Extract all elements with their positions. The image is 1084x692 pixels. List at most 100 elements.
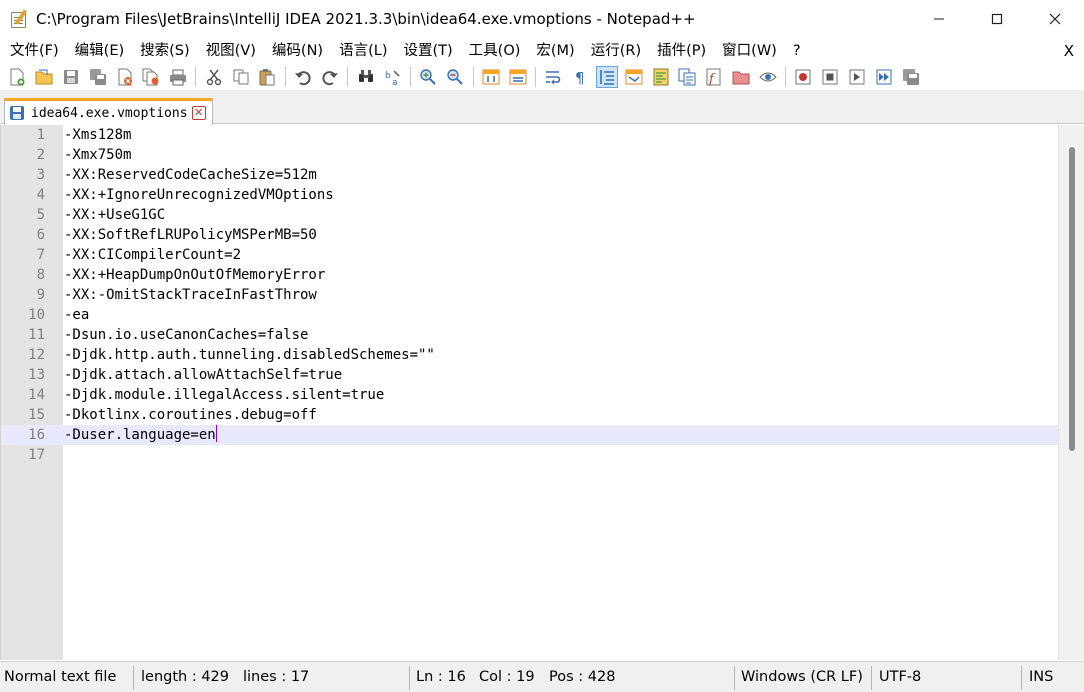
- line-text[interactable]: -Duser.language=en: [64, 425, 217, 445]
- close-button[interactable]: [115, 67, 135, 87]
- menu-run[interactable]: 运行(R): [583, 38, 649, 64]
- menu-tools[interactable]: 工具(O): [461, 38, 529, 64]
- copy-button[interactable]: [231, 67, 251, 87]
- line-text[interactable]: -ea: [64, 305, 89, 325]
- indent-guide-button[interactable]: [596, 66, 619, 88]
- line-text[interactable]: -XX:CICompilerCount=2: [64, 245, 241, 265]
- editor-line[interactable]: 14 -Djdk.module.illegalAccess.silent=true: [1, 385, 1059, 405]
- close-window-button[interactable]: [1026, 0, 1084, 38]
- status-insert-mode[interactable]: INS: [1025, 662, 1053, 692]
- sync-horizontal-button[interactable]: [508, 67, 528, 87]
- editor-line[interactable]: 10 -ea: [1, 305, 1059, 325]
- editor-line[interactable]: 6 -XX:SoftRefLRUPolicyMSPerMB=50: [1, 225, 1059, 245]
- editor-line[interactable]: 7 -XX:CICompilerCount=2: [1, 245, 1059, 265]
- line-text[interactable]: -Dkotlinx.coroutines.debug=off: [64, 405, 317, 425]
- editor-line[interactable]: 3 -XX:ReservedCodeCacheSize=512m: [1, 165, 1059, 185]
- editor-line[interactable]: 17: [1, 445, 1059, 465]
- line-number: 7: [36, 247, 45, 263]
- user-defined-language-button[interactable]: [624, 67, 644, 87]
- line-text[interactable]: -XX:+IgnoreUnrecognizedVMOptions: [64, 185, 334, 205]
- line-text[interactable]: -Djdk.attach.allowAttachSelf=true: [64, 365, 342, 385]
- editor-line[interactable]: 8 -XX:+HeapDumpOnOutOfMemoryError: [1, 265, 1059, 285]
- show-all-characters-button[interactable]: ¶: [570, 67, 590, 87]
- vertical-scrollbar[interactable]: [1058, 125, 1084, 660]
- editor-line[interactable]: 16 -Duser.language=en: [1, 425, 1059, 445]
- minimize-button[interactable]: [910, 0, 968, 38]
- menu-encoding[interactable]: 编码(N): [264, 38, 331, 64]
- line-number: 16: [28, 427, 45, 443]
- stop-macro-button[interactable]: [820, 67, 840, 87]
- find-button[interactable]: [356, 67, 376, 87]
- line-text[interactable]: -XX:+HeapDumpOnOutOfMemoryError: [64, 265, 325, 285]
- new-file-button[interactable]: [7, 67, 27, 87]
- menu-plugins[interactable]: 插件(P): [649, 38, 714, 64]
- tab-close-icon[interactable]: ✕: [191, 106, 206, 120]
- close-all-button[interactable]: [141, 67, 161, 87]
- document-map-button[interactable]: [651, 67, 671, 87]
- editor-line[interactable]: 1 -Xms128m: [1, 125, 1059, 145]
- editor-line[interactable]: 13 -Djdk.attach.allowAttachSelf=true: [1, 365, 1059, 385]
- line-number: 13: [28, 367, 45, 383]
- replace-button[interactable]: ba: [383, 67, 403, 87]
- zoom-out-button[interactable]: [445, 67, 465, 87]
- editor-line[interactable]: 15 -Dkotlinx.coroutines.debug=off: [1, 405, 1059, 425]
- status-column: Col : 19: [479, 669, 535, 685]
- play-macro-button[interactable]: [847, 67, 867, 87]
- status-encoding[interactable]: UTF-8: [875, 662, 921, 692]
- document-tab[interactable]: idea64.exe.vmoptions ✕: [4, 98, 213, 125]
- folder-as-workspace-button[interactable]: [731, 67, 751, 87]
- close-document-button[interactable]: X: [1064, 38, 1074, 64]
- menu-macro[interactable]: 宏(M): [528, 38, 582, 64]
- editor-line[interactable]: 11 -Dsun.io.useCanonCaches=false: [1, 325, 1059, 345]
- editor-line[interactable]: 4 -XX:+IgnoreUnrecognizedVMOptions: [1, 185, 1059, 205]
- maximize-button[interactable]: [968, 0, 1026, 38]
- function-list-button[interactable]: f: [704, 67, 724, 87]
- editor-line[interactable]: 5 -XX:+UseG1GC: [1, 205, 1059, 225]
- editor-line[interactable]: 12 -Djdk.http.auth.tunneling.disabledSche…: [1, 345, 1059, 365]
- open-file-button[interactable]: [34, 67, 54, 87]
- menu-edit[interactable]: 编辑(E): [67, 38, 132, 64]
- undo-icon: [295, 71, 311, 86]
- editor-line[interactable]: 2 -Xmx750m: [1, 145, 1059, 165]
- menu-window[interactable]: 窗口(W): [714, 38, 785, 64]
- menu-settings[interactable]: 设置(T): [395, 38, 460, 64]
- menu-file[interactable]: 文件(F): [2, 38, 67, 64]
- line-text[interactable]: -Xms128m: [64, 125, 131, 145]
- run-macro-multiple-button[interactable]: [874, 67, 894, 87]
- zoom-in-button[interactable]: [418, 67, 438, 87]
- save-button[interactable]: [61, 67, 81, 87]
- word-wrap-button[interactable]: [543, 67, 563, 87]
- status-eol-format[interactable]: Windows (CR LF): [737, 662, 863, 692]
- line-text[interactable]: -Xmx750m: [64, 145, 131, 165]
- paste-button[interactable]: [257, 67, 277, 87]
- save-all-button[interactable]: [88, 67, 108, 87]
- line-text[interactable]: -XX:ReservedCodeCacheSize=512m: [64, 165, 317, 185]
- monitoring-button[interactable]: [758, 67, 778, 87]
- record-macro-button[interactable]: [793, 67, 813, 87]
- sync-vertical-button[interactable]: [481, 67, 501, 87]
- menu-language[interactable]: 语言(L): [331, 38, 395, 64]
- line-text[interactable]: -Djdk.module.illegalAccess.silent=true: [64, 385, 384, 405]
- cut-button[interactable]: [204, 67, 224, 87]
- line-text[interactable]: -XX:+UseG1GC: [64, 205, 165, 225]
- line-text[interactable]: -XX:SoftRefLRUPolicyMSPerMB=50: [64, 225, 317, 245]
- line-text[interactable]: -Dsun.io.useCanonCaches=false: [64, 325, 308, 345]
- redo-button[interactable]: [320, 67, 340, 87]
- status-separator: [409, 666, 410, 690]
- menu-view[interactable]: 视图(V): [198, 38, 264, 64]
- editor-line[interactable]: 9 -XX:-OmitStackTraceInFastThrow: [1, 285, 1059, 305]
- print-button[interactable]: [168, 67, 188, 87]
- save-macro-button[interactable]: [901, 67, 921, 87]
- line-text[interactable]: -XX:-OmitStackTraceInFastThrow: [64, 285, 317, 305]
- line-number: 5: [36, 207, 45, 223]
- vertical-scrollbar-thumb[interactable]: [1069, 147, 1075, 451]
- document-list-button[interactable]: [677, 67, 697, 87]
- title-bar: C:\Program Files\JetBrains\IntelliJ IDEA…: [0, 0, 1084, 38]
- menu-search[interactable]: 搜索(S): [132, 38, 198, 64]
- line-text[interactable]: -Djdk.http.auth.tunneling.disabledScheme…: [64, 345, 435, 365]
- editor[interactable]: 1 -Xms128m 2 -Xmx750m 3 -XX:ReservedCodeCache…: [0, 125, 1084, 660]
- menu-help[interactable]: ?: [785, 38, 809, 64]
- status-separator: [133, 666, 134, 690]
- undo-button[interactable]: [293, 67, 313, 87]
- line-number: 3: [36, 167, 45, 183]
